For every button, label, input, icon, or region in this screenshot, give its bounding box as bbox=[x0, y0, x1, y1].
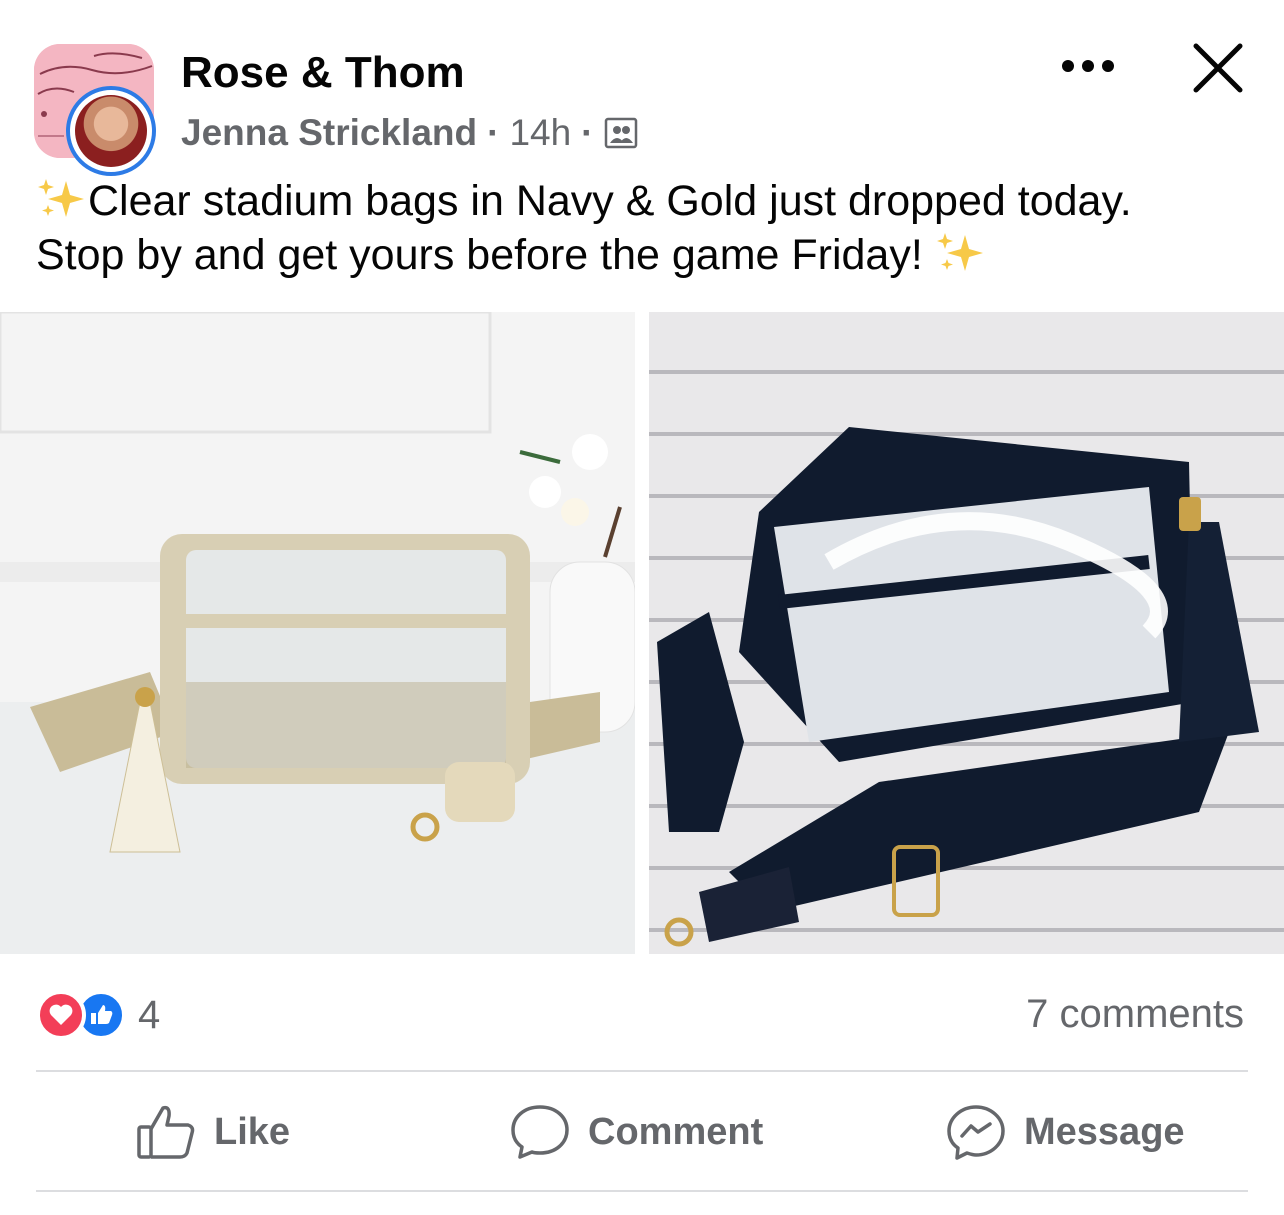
post-text: Clear stadium bags in Navy & Gold just d… bbox=[36, 174, 1256, 282]
meta-separator: · bbox=[487, 112, 500, 153]
post-line-2: Stop by and get yours before the game Fr… bbox=[36, 228, 1256, 282]
comment-icon bbox=[511, 1105, 569, 1159]
divider bbox=[36, 1190, 1248, 1192]
gold-clear-bag-photo[interactable] bbox=[0, 312, 635, 954]
page-name[interactable]: Rose & Thom bbox=[181, 48, 465, 98]
more-horizontal-icon[interactable] bbox=[1058, 50, 1118, 82]
divider bbox=[36, 1070, 1248, 1072]
sparkles-icon bbox=[936, 233, 983, 271]
like-label: Like bbox=[214, 1110, 291, 1153]
post-line-1: Clear stadium bags in Navy & Gold just d… bbox=[36, 174, 1256, 228]
post-text-line-1: Clear stadium bags in Navy & Gold just d… bbox=[88, 177, 1132, 225]
meta-separator: · bbox=[581, 112, 594, 153]
comment-button[interactable]: Comment bbox=[510, 1100, 763, 1164]
navy-clear-bag-photo[interactable] bbox=[649, 312, 1284, 954]
reaction-count: 4 bbox=[138, 992, 161, 1037]
group-audience-icon bbox=[604, 117, 637, 149]
post-meta: Jenna Strickland · 14h · bbox=[181, 112, 638, 154]
comment-label: Comment bbox=[588, 1110, 764, 1153]
messenger-icon bbox=[947, 1105, 1005, 1160]
author-avatar[interactable] bbox=[66, 86, 156, 176]
close-icon[interactable] bbox=[1190, 40, 1246, 96]
author-name[interactable]: Jenna Strickland bbox=[181, 112, 477, 154]
reactions-summary[interactable]: 4 bbox=[36, 990, 160, 1040]
navy-bag-illustration bbox=[657, 427, 1259, 947]
love-reaction-icon bbox=[36, 990, 86, 1040]
like-button[interactable]: Like bbox=[136, 1100, 290, 1164]
author-photo bbox=[75, 95, 147, 167]
message-button[interactable]: Message bbox=[946, 1100, 1185, 1164]
like-icon bbox=[137, 1105, 195, 1159]
message-label: Message bbox=[1024, 1110, 1185, 1153]
gold-bag-illustration bbox=[0, 312, 635, 954]
sparkles-icon bbox=[38, 179, 84, 217]
post-time[interactable]: 14h bbox=[509, 112, 571, 154]
post-text-line-2: Stop by and get yours before the game Fr… bbox=[36, 231, 923, 279]
comment-count[interactable]: 7 comments bbox=[1026, 992, 1244, 1037]
